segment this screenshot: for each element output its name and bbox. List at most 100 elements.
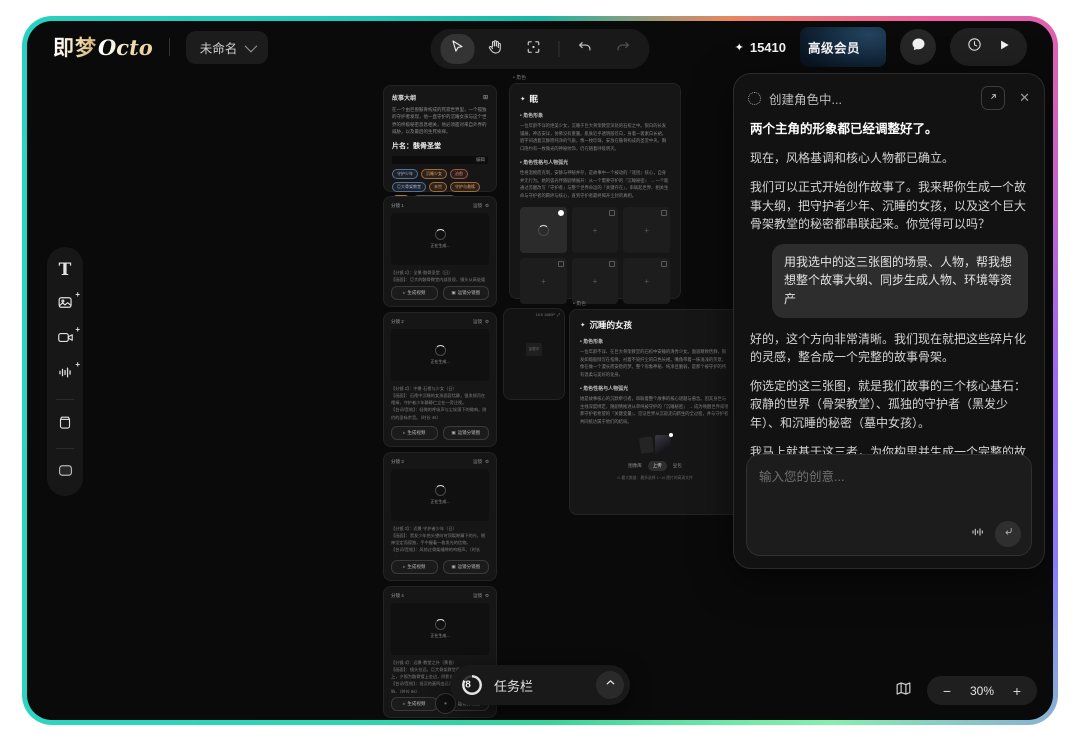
video-tool-button[interactable]: + (53, 329, 77, 351)
story-tag[interactable]: 治愈 (450, 169, 468, 179)
edit-label: 编辑 (476, 157, 485, 163)
image-slot-empty[interactable]: + (572, 258, 619, 304)
frame-select-tool-button[interactable] (517, 34, 551, 64)
shot-card-3[interactable]: 分镜 3 运镜⚙ 正在生成... 【分镜 3】：近景·守护者少年（日） 【画面】… (383, 452, 497, 581)
minimap-button[interactable] (894, 679, 913, 703)
voice-input-icon[interactable] (969, 524, 985, 545)
redo-button[interactable] (606, 34, 640, 64)
asset-box-tool-button[interactable] (53, 413, 77, 435)
character-card-mian[interactable]: ✦ 眠 • 角色形象 一位年龄不详的绝美少女，沉睡于巨大骨架教堂深处的石棺之中。… (509, 83, 681, 299)
left-tool-rail: T + + + (47, 247, 83, 496)
reference-thumbnail[interactable] (638, 436, 653, 454)
gear-icon[interactable]: ⚙ (485, 319, 489, 325)
input-actions (969, 521, 1021, 547)
task-bar[interactable]: 8 任务栏 (450, 665, 630, 705)
history-clock-icon[interactable] (966, 36, 983, 58)
credit-star-icon: ✦ (735, 41, 744, 54)
tab-image-library[interactable]: 图像库 (628, 463, 642, 469)
tab-doubao[interactable]: 豆包 (673, 463, 682, 469)
document-name-dropdown[interactable]: 未命名 (186, 31, 269, 64)
shot-card-2[interactable]: 分镜 2 运镜⚙ 正在生成... 【分镜 2】：中景·石棺与少女（日） 【画面】… (383, 312, 497, 447)
section-heading: • 角色性格与人物弧光 (580, 385, 730, 392)
image-slot-empty[interactable]: + (572, 207, 619, 253)
generate-video-button[interactable]: ▹生成视频 (391, 560, 438, 574)
storyboard-button[interactable]: ▣运镜分镜图 (443, 426, 490, 440)
play-icon[interactable] (997, 38, 1011, 57)
canvas-toolbar (431, 29, 650, 69)
character-description: 一位年龄不详的绝美少女，沉睡于巨大骨架教堂深处的石棺之中。银白的长发铺展，神态安… (520, 122, 670, 152)
assistant-message: 现在，风格基调和核心人物都已确立。 (750, 149, 1028, 168)
camera-move-label: 运镜 (473, 459, 482, 465)
select-tool-button[interactable] (441, 34, 475, 64)
assistant-message: 我们可以正式开始创作故事了。我来帮你生成一个故事大纲，把守护者少年、沉睡的女孩，… (750, 178, 1028, 234)
shot-header: 分镜 1 运镜⚙ (391, 203, 489, 209)
send-button[interactable] (995, 521, 1021, 547)
close-icon[interactable]: ✕ (1019, 90, 1030, 106)
reference-thumbnail[interactable] (655, 435, 671, 455)
gear-icon[interactable]: ⚙ (485, 203, 489, 209)
audio-tool-button[interactable]: + (53, 364, 77, 386)
premium-member-banner[interactable]: 高级会员 (800, 27, 886, 67)
scene-frame-card[interactable]: 16:9 1080P ⤢ 加载中 (503, 308, 565, 400)
plus-icon: + (541, 277, 546, 286)
story-tag[interactable]: 沉睡少女 (421, 169, 447, 179)
zoom-in-button[interactable]: + (1003, 683, 1031, 699)
zoom-out-button[interactable]: − (933, 683, 961, 699)
story-tag[interactable]: 守护少年 (392, 169, 418, 179)
story-tag[interactable]: 守护与救赎 (450, 182, 480, 192)
image-slot-loading[interactable] (520, 207, 567, 253)
generate-video-button[interactable]: ▹生成视频 (391, 426, 438, 440)
storyboard-button[interactable]: ▣运镜分镜图 (443, 560, 490, 574)
storyboard-button[interactable]: ▣运镜分镜图 (443, 286, 490, 300)
story-tag[interactable]: 末世 (429, 182, 447, 192)
hand-tool-button[interactable] (479, 34, 513, 64)
character-card-title: ✦ 沉睡的女孩 (580, 319, 730, 331)
zoom-pill: − 30% + (927, 676, 1037, 705)
assistant-chat-panel: 创建角色中... ✕ 两个主角的形象都已经调整好了。 现在，风格基调和核心人物都… (733, 73, 1045, 569)
generate-video-button[interactable]: ▹生成视频 (391, 697, 438, 711)
grid-icon[interactable]: ⊞ (483, 94, 488, 101)
story-outline-card[interactable]: 故事大纲 ⊞ 在一个由巨兽骸骨构成的死寂世界里，一个孤独的守护者发现，他一直守护… (383, 85, 497, 192)
image-tool-button[interactable]: + (53, 294, 77, 316)
zoom-controls: − 30% + (894, 676, 1037, 705)
frame-board-icon (56, 461, 75, 485)
expand-icon[interactable]: ⤢ (557, 313, 560, 317)
undo-button[interactable] (568, 34, 602, 64)
character-name: 沉睡的女孩 (589, 319, 632, 331)
gear-icon[interactable]: ⚙ (485, 593, 489, 599)
cursor-icon (449, 38, 467, 61)
top-bar: 即梦 Octo 未命名 (27, 21, 1053, 73)
shot-id: 分镜 1 (391, 203, 404, 209)
gear-icon[interactable]: ⚙ (485, 459, 489, 465)
feedback-chat-button[interactable] (900, 29, 936, 65)
generating-label: 正在生成... (430, 359, 449, 365)
outline-edit-strip[interactable]: 编辑 (392, 156, 488, 164)
shot-script-text: 【分镜 3】：近景·守护者少年（日） 【画面】：黑发少年抬头望向穹顶裂隙漏下的光… (391, 525, 489, 556)
taskbar-expand-button[interactable] (596, 671, 624, 699)
app-logo[interactable]: 即梦 Octo (53, 32, 153, 62)
generating-label: 正在生成... (430, 499, 449, 505)
expand-panel-button[interactable] (981, 86, 1005, 110)
camera-move-label: 运镜 (473, 319, 482, 325)
app-window: 即梦 Octo 未命名 (27, 21, 1053, 720)
image-slot-empty[interactable]: + (623, 258, 670, 304)
image-slot-empty[interactable]: + (623, 207, 670, 253)
chevron-down-icon (245, 39, 258, 52)
character-card-title: ✦ 眠 (520, 93, 670, 105)
slot-corner-icon (609, 261, 615, 267)
redo-icon (614, 38, 631, 60)
generate-video-button[interactable]: ▹生成视频 (391, 286, 438, 300)
frame-board-tool-button[interactable] (53, 462, 77, 484)
character-card-sleeping-girl[interactable]: ✦ 沉睡的女孩 • 角色形象 一位年龄不详、在巨大骨架教堂的石棺中安睡的清秀少女… (569, 309, 741, 515)
image-slot-empty[interactable]: + (520, 258, 567, 304)
shot-preview-area: 正在生成... (391, 329, 489, 381)
tab-upload[interactable]: 上传 (648, 461, 667, 471)
text-tool-button[interactable]: T (53, 259, 77, 281)
generate-video-label: 生成视频 (407, 564, 425, 570)
zoom-level[interactable]: 30% (961, 684, 1003, 698)
shot-card-1[interactable]: 分镜 1 运镜⚙ 正在生成... 【分镜 1】：全景·骸骨圣堂（日） 【画面】：… (383, 196, 497, 307)
story-tag[interactable]: 巨大骨架教堂 (392, 182, 426, 192)
credits-counter[interactable]: ✦ 15410 (735, 40, 786, 55)
chat-header: 创建角色中... ✕ (734, 74, 1044, 116)
selected-dot-icon (558, 210, 564, 216)
